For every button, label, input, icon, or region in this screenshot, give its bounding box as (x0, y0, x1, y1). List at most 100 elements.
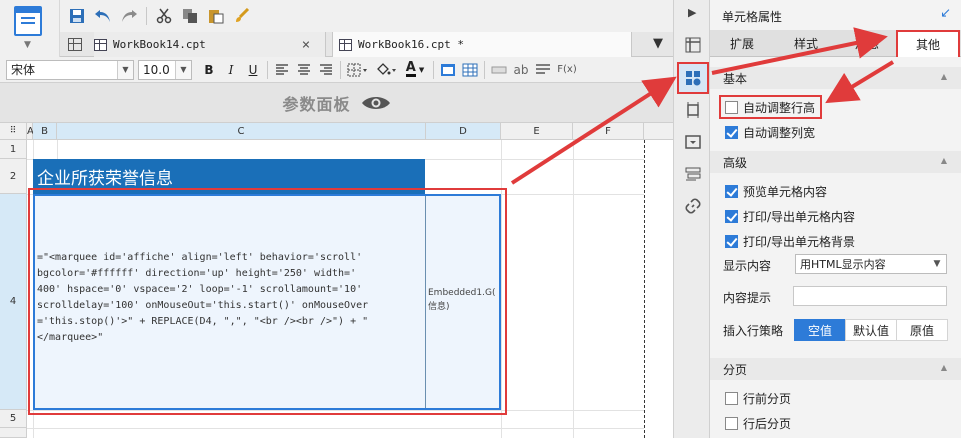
embedded-cell[interactable]: Embedded1.G( 信息) (426, 194, 500, 410)
undo-button[interactable] (90, 4, 116, 28)
column-header-d[interactable]: D (426, 123, 501, 140)
paste-button[interactable] (203, 4, 229, 28)
close-icon[interactable]: × (302, 37, 310, 53)
font-size-select[interactable]: 10.0 ▼ (138, 59, 192, 80)
section-basic[interactable]: 基本 ▲ (710, 67, 961, 89)
chevron-up-icon[interactable]: ▲ (941, 156, 947, 165)
tab-other[interactable]: 其他 (896, 30, 960, 57)
tab-workbook16[interactable]: WorkBook16.cpt * (332, 32, 632, 57)
app-menu[interactable]: ▼ (0, 0, 60, 57)
chevron-down-icon[interactable]: ▼ (175, 60, 191, 79)
wrap-button[interactable] (532, 59, 554, 81)
auto-width-checkbox[interactable]: 自动调整列宽 (725, 124, 815, 141)
font-family-select[interactable]: 宋体 ▼ (6, 59, 134, 80)
cell-divider (425, 194, 426, 410)
insert-policy-label: 插入行策略 (723, 324, 784, 338)
checkbox-box[interactable] (725, 210, 738, 223)
float-element-icon[interactable] (685, 102, 701, 118)
align-right-button[interactable] (315, 59, 337, 81)
checkbox-label: 自动调整列宽 (743, 126, 816, 140)
align-right-icon (320, 63, 332, 75)
parameter-panel-title: 参数面板 (282, 94, 351, 114)
chevron-up-icon[interactable]: ▲ (941, 363, 947, 372)
checkbox-box[interactable] (725, 185, 738, 198)
formula-button[interactable]: F(x) (554, 59, 580, 81)
spreadsheet[interactable]: ⠿ A B C D E F 1 2 4 5 企业所获荣誉信息 ="<marque… (0, 123, 673, 438)
chevron-down-icon[interactable]: ▼ (928, 255, 946, 273)
display-content-value: 用HTML显示内容 (800, 258, 886, 271)
fill-color-button[interactable] (372, 59, 400, 81)
redo-button[interactable] (116, 4, 142, 28)
title-cell[interactable]: 企业所获荣誉信息 (33, 159, 425, 194)
chevron-right-icon[interactable]: ▶ (688, 6, 696, 19)
row-header-1[interactable]: 1 (0, 140, 27, 159)
save-button[interactable] (64, 4, 90, 28)
tab-form[interactable]: 形态 (838, 30, 896, 57)
column-header-b[interactable]: B (33, 123, 57, 140)
column-header-f[interactable]: F (573, 123, 644, 140)
tab-workbook14[interactable]: WorkBook14.cpt × (94, 32, 326, 57)
checkbox-box[interactable] (725, 235, 738, 248)
page-before-checkbox[interactable]: 行前分页 (725, 390, 791, 407)
insert-policy-default[interactable]: 默认值 (845, 319, 897, 341)
insert-policy-group: 空值 默认值 原值 (794, 319, 948, 341)
eye-icon[interactable] (361, 95, 391, 111)
copy-button[interactable] (177, 4, 203, 28)
column-header-c[interactable]: C (57, 123, 426, 140)
chevron-down-icon[interactable]: ▼ (24, 40, 31, 50)
row-header-5[interactable]: 5 (0, 410, 27, 428)
text-color-button[interactable]: A ▼ (400, 59, 430, 81)
tab-expand[interactable]: 扩展 (710, 30, 774, 57)
pin-icon[interactable]: ↙ (940, 6, 951, 21)
section-advanced[interactable]: 高级 ▲ (710, 151, 961, 173)
checkbox-box[interactable] (725, 417, 738, 430)
formula-cell[interactable]: ="<marquee id='affiche' align='left' beh… (33, 194, 426, 410)
display-content-select[interactable]: 用HTML显示内容 ▼ (795, 254, 947, 274)
chevron-up-icon[interactable]: ▲ (941, 72, 947, 81)
cell-style-button[interactable] (437, 59, 459, 81)
content-tip-input[interactable] (793, 286, 947, 306)
align-left-button[interactable] (271, 59, 293, 81)
auto-height-checkbox[interactable]: 自动调整行高 (725, 99, 815, 116)
checkbox-box[interactable] (725, 126, 738, 139)
italic-button[interactable]: I (220, 59, 242, 81)
print-background-checkbox[interactable]: 打印/导出单元格背景 (725, 233, 855, 250)
grid-line (501, 140, 502, 438)
merge-button[interactable] (488, 59, 510, 81)
toolbar-separator (146, 7, 147, 25)
border-button[interactable] (344, 59, 372, 81)
underline-button[interactable]: U (242, 59, 264, 81)
hyperlink-icon[interactable] (685, 198, 701, 214)
parameter-panel[interactable]: 参数面板 (0, 83, 673, 123)
row-header-2[interactable]: 2 (0, 159, 27, 194)
cell-element-icon[interactable] (685, 37, 701, 53)
cell-attribute-icon[interactable] (685, 70, 701, 86)
align-center-button[interactable] (293, 59, 315, 81)
column-header-e[interactable]: E (501, 123, 573, 140)
app-menu-icon[interactable] (14, 6, 42, 36)
page-after-checkbox[interactable]: 行后分页 (725, 415, 791, 432)
insert-policy-original[interactable]: 原值 (896, 319, 948, 341)
checkbox-box[interactable] (725, 101, 738, 114)
display-content-label: 显示内容 (723, 259, 772, 273)
section-title: 高级 (723, 155, 748, 170)
chevron-down-icon[interactable]: ▼ (117, 60, 133, 79)
dropdown-widget-icon[interactable] (685, 134, 701, 150)
tab-style[interactable]: 样式 (774, 30, 838, 57)
section-paging[interactable]: 分页 ▲ (710, 358, 961, 380)
checkbox-box[interactable] (725, 392, 738, 405)
print-content-checkbox[interactable]: 打印/导出单元格内容 (725, 208, 855, 225)
select-all-corner[interactable]: ⠿ (0, 123, 27, 140)
bold-button[interactable]: B (198, 59, 220, 81)
template-icon[interactable] (685, 166, 701, 182)
text-button[interactable]: ab (510, 59, 532, 81)
grid-icon[interactable] (68, 38, 82, 51)
insert-policy-empty[interactable]: 空值 (794, 319, 846, 341)
row-header-6[interactable] (0, 428, 27, 438)
format-painter-button[interactable] (229, 4, 255, 28)
preview-content-checkbox[interactable]: 预览单元格内容 (725, 183, 827, 200)
row-header-4[interactable]: 4 (0, 194, 27, 410)
cut-button[interactable] (151, 4, 177, 28)
table-button[interactable] (459, 59, 481, 81)
tab-menu-icon[interactable]: ▼ (653, 36, 663, 51)
